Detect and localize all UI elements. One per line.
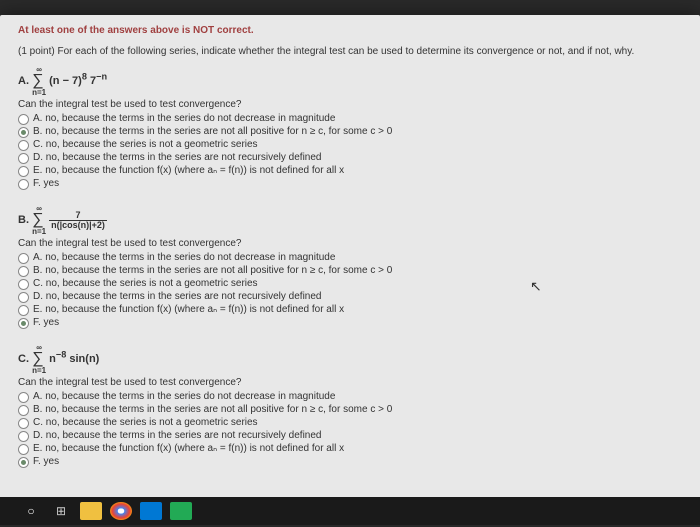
radio-a-C[interactable] (18, 140, 29, 151)
sigma-c: ∞∑n=1 (32, 343, 46, 375)
radio-c-A[interactable] (18, 392, 29, 403)
radio-b-F[interactable] (18, 318, 29, 329)
opt-a-A: A. no, because the terms in the series d… (33, 113, 335, 124)
radio-c-F[interactable] (18, 457, 29, 468)
opt-c-C: C. no, because the series is not a geome… (33, 417, 258, 428)
radio-c-B[interactable] (18, 405, 29, 416)
file-explorer-icon[interactable] (80, 502, 102, 520)
part-a-expr: (n − 7)8 7−n (49, 75, 107, 87)
opt-a-C: C. no, because the series is not a geome… (33, 139, 258, 150)
opt-b-D: D. no, because the terms in the series a… (33, 291, 321, 302)
taskbar: ○ ⊞ (0, 497, 700, 525)
part-b-num: 7 (49, 211, 107, 221)
part-a-label: A. (18, 75, 29, 87)
windows-circle-icon[interactable]: ○ (20, 502, 42, 520)
opt-b-C: C. no, because the series is not a geome… (33, 278, 258, 289)
opt-c-F: F. yes (33, 456, 59, 467)
part-c-question: Can the integral test be used to test co… (18, 377, 682, 388)
radio-b-C[interactable] (18, 279, 29, 290)
worksheet-screen: At least one of the answers above is NOT… (0, 15, 700, 512)
radio-c-E[interactable] (18, 444, 29, 455)
radio-b-B[interactable] (18, 266, 29, 277)
part-b-label: B. (18, 214, 29, 226)
part-a: A. ∞∑n=1 (n − 7)8 7−n Can the integral t… (18, 65, 682, 190)
part-a-header: A. ∞∑n=1 (n − 7)8 7−n (18, 65, 682, 97)
radio-c-C[interactable] (18, 418, 29, 429)
opt-a-B: B. no, because the terms in the series a… (33, 126, 392, 137)
part-b-den: n(|cos(n)|+2) (49, 221, 107, 230)
problem-prompt: (1 point) For each of the following seri… (18, 46, 682, 57)
part-b-question: Can the integral test be used to test co… (18, 238, 682, 249)
radio-c-D[interactable] (18, 431, 29, 442)
part-a-question: Can the integral test be used to test co… (18, 99, 682, 110)
part-c-expr: n−8 sin(n) (49, 353, 99, 365)
radio-a-F[interactable] (18, 179, 29, 190)
opt-c-E: E. no, because the function f(x) (where … (33, 443, 344, 454)
part-b-options: A. no, because the terms in the series d… (18, 252, 682, 329)
part-c: C. ∞∑n=1 n−8 sin(n) Can the integral tes… (18, 343, 682, 468)
opt-c-A: A. no, because the terms in the series d… (33, 391, 335, 402)
radio-a-A[interactable] (18, 114, 29, 125)
sigma-b: ∞∑n=1 (32, 204, 46, 236)
opt-b-E: E. no, because the function f(x) (where … (33, 304, 344, 315)
task-view-icon[interactable]: ⊞ (50, 502, 72, 520)
part-b-header: B. ∞∑n=1 7 n(|cos(n)|+2) (18, 204, 682, 236)
radio-b-E[interactable] (18, 305, 29, 316)
part-a-options: A. no, because the terms in the series d… (18, 113, 682, 190)
opt-a-E: E. no, because the function f(x) (where … (33, 165, 344, 176)
part-b-frac: 7 n(|cos(n)|+2) (49, 211, 107, 230)
opt-b-A: A. no, because the terms in the series d… (33, 252, 335, 263)
opt-a-D: D. no, because the terms in the series a… (33, 152, 321, 163)
part-c-header: C. ∞∑n=1 n−8 sin(n) (18, 343, 682, 375)
part-c-label: C. (18, 353, 29, 365)
radio-b-D[interactable] (18, 292, 29, 303)
warning-banner: At least one of the answers above is NOT… (18, 25, 682, 36)
app-icon[interactable] (170, 502, 192, 520)
store-icon[interactable] (140, 502, 162, 520)
opt-b-B: B. no, because the terms in the series a… (33, 265, 392, 276)
opt-c-D: D. no, because the terms in the series a… (33, 430, 321, 441)
part-b: B. ∞∑n=1 7 n(|cos(n)|+2) Can the integra… (18, 204, 682, 329)
opt-a-F: F. yes (33, 178, 59, 189)
radio-a-E[interactable] (18, 166, 29, 177)
part-c-options: A. no, because the terms in the series d… (18, 391, 682, 468)
radio-a-D[interactable] (18, 153, 29, 164)
opt-b-F: F. yes (33, 317, 59, 328)
radio-b-A[interactable] (18, 253, 29, 264)
opt-c-B: B. no, because the terms in the series a… (33, 404, 392, 415)
sigma-a: ∞∑n=1 (32, 65, 46, 97)
radio-a-B[interactable] (18, 127, 29, 138)
chrome-icon[interactable] (110, 502, 132, 520)
